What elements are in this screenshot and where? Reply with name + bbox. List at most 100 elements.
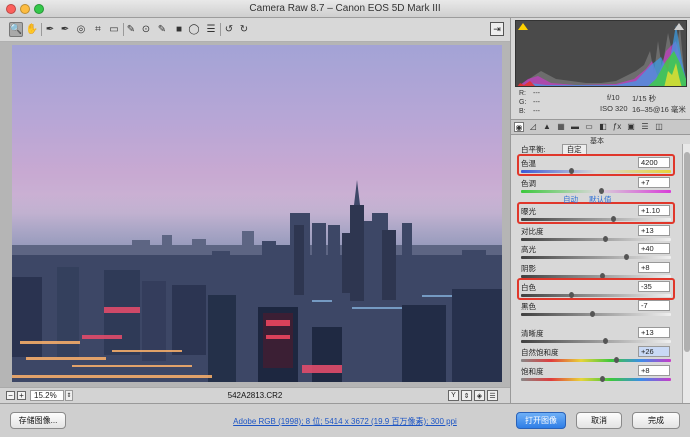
r-label: R: — [519, 90, 526, 97]
panel-scroll-thumb[interactable] — [684, 152, 690, 352]
clarity-label: 清晰度 — [521, 329, 544, 338]
highlights-label: 高光 — [521, 245, 536, 254]
shutter-speed: 1/15 秒 — [632, 94, 657, 103]
shadow-clipping-warning-icon[interactable] — [518, 23, 528, 30]
tab-basic[interactable]: ◉ — [514, 122, 524, 132]
tab-snapshots[interactable]: ◫ — [654, 122, 664, 132]
shadows-value-field[interactable]: +8 — [638, 262, 670, 273]
highlight-clipping-warning-icon[interactable] — [674, 23, 684, 30]
contrast-slider[interactable] — [521, 238, 671, 241]
highlights-value-field[interactable]: +40 — [638, 243, 670, 254]
straighten-tool-icon[interactable]: ▭ — [107, 22, 121, 37]
clarity-slider-thumb[interactable] — [603, 338, 608, 344]
image-status-bar: − + 15.2% ⇕ 542A2813.CR2 Y ⇕ ◈ ☰ — [0, 387, 510, 403]
default-link[interactable]: 默认值 — [589, 194, 612, 205]
city-skyline-image — [12, 180, 502, 382]
saturation-value-field[interactable]: +8 — [638, 365, 670, 376]
highlights-slider[interactable] — [521, 256, 671, 259]
open-in-photoshop-icon[interactable]: ⇥ — [490, 22, 504, 36]
red-eye-tool-icon[interactable]: ⊙ — [139, 22, 153, 37]
rotate-right-tool-icon[interactable]: ↻ — [237, 22, 251, 37]
before-after-icon[interactable]: Y — [448, 390, 459, 401]
bottom-bar: 存储图像... Adobe RGB (1998); 8 位; 5414 x 36… — [0, 403, 690, 437]
tint-value-field[interactable]: +7 — [638, 177, 670, 188]
histogram-graph — [517, 25, 686, 86]
tint-slider[interactable] — [521, 190, 671, 193]
toolbar-separator — [41, 23, 42, 36]
color-sampler-tool-icon[interactable]: ✒ — [58, 22, 72, 37]
g-value: --- — [533, 99, 540, 106]
temp-label: 色温 — [521, 159, 536, 168]
zoom-tool-icon[interactable]: 🔍 — [9, 22, 23, 37]
aperture: f/10 — [607, 93, 620, 102]
rgb-readout: R: --- G: --- B: --- f/10 1/15 秒 ISO 320… — [515, 88, 687, 118]
tab-camera-calibration[interactable]: ƒx — [612, 122, 622, 132]
preferences-tool-icon[interactable]: ☰ — [204, 22, 218, 37]
blacks-slider-thumb[interactable] — [589, 311, 595, 317]
contrast-value-field[interactable]: +13 — [638, 225, 670, 236]
vibrance-slider-thumb[interactable] — [613, 357, 619, 363]
auto-link[interactable]: 自动 — [563, 194, 578, 205]
g-label: G: — [519, 99, 527, 106]
clarity-slider[interactable] — [521, 340, 671, 343]
whites-label: 白色 — [521, 283, 536, 292]
temp-slider[interactable] — [521, 170, 671, 173]
tab-lens-corrections[interactable]: ▭ — [584, 122, 594, 132]
blacks-value-field[interactable]: -7 — [638, 300, 670, 311]
toggle-view-icon[interactable]: ☰ — [487, 390, 498, 401]
radial-filter-tool-icon[interactable]: ◯ — [187, 22, 201, 37]
swap-settings-icon[interactable]: ⇕ — [461, 390, 472, 401]
title-bar: Camera Raw 8.7 – Canon EOS 5D Mark III — [0, 0, 690, 18]
image-canvas[interactable] — [0, 42, 510, 387]
tab-effects[interactable]: ◧ — [598, 122, 608, 132]
vibrance-slider[interactable] — [521, 359, 671, 362]
vibrance-label: 自然饱和度 — [521, 348, 559, 357]
tab-hsl[interactable]: ▦ — [556, 122, 566, 132]
crop-tool-icon[interactable]: ⌗ — [91, 22, 105, 37]
basic-panel: 白平衡: 自定 色温 4200 色调 +7 曝光 +1.10 对比度 +13 高光 +40 阴影 +8… — [511, 144, 683, 403]
saturation-slider[interactable] — [521, 378, 671, 381]
contrast-slider-thumb[interactable] — [603, 236, 608, 242]
white-balance-tool-icon[interactable]: ✒ — [43, 22, 57, 37]
contrast-label: 对比度 — [521, 227, 544, 236]
temp-slider-thumb[interactable] — [568, 168, 574, 174]
window-title: Camera Raw 8.7 – Canon EOS 5D Mark III — [249, 3, 441, 14]
vibrance-value-field[interactable]: +26 — [638, 346, 670, 357]
saturation-label: 饱和度 — [521, 367, 544, 376]
clarity-value-field[interactable]: +13 — [638, 327, 670, 338]
rotate-left-tool-icon[interactable]: ↺ — [222, 22, 236, 37]
whites-slider-thumb[interactable] — [568, 292, 574, 298]
tab-detail[interactable]: ▲ — [542, 122, 552, 132]
highlights-slider-thumb[interactable] — [624, 254, 629, 260]
tint-label: 色调 — [521, 179, 536, 188]
tab-presets[interactable]: ☰ — [640, 122, 650, 132]
exposure-slider-thumb[interactable] — [610, 216, 616, 222]
done-button[interactable]: 完成 — [632, 412, 680, 429]
panel-scrollbar[interactable] — [682, 144, 690, 403]
exposure-slider[interactable] — [521, 218, 671, 221]
target-adjust-tool-icon[interactable]: ◎ — [74, 22, 88, 37]
graduated-filter-tool-icon[interactable]: ■ — [172, 22, 186, 37]
white-balance-label: 白平衡: — [521, 145, 546, 154]
hand-tool-icon[interactable]: ✋ — [25, 22, 39, 37]
copy-settings-icon[interactable]: ◈ — [474, 390, 485, 401]
cancel-button[interactable]: 取消 — [576, 412, 622, 429]
saturation-slider-thumb[interactable] — [600, 376, 605, 382]
whites-slider[interactable] — [521, 294, 671, 297]
tab-tone-curve[interactable]: ◿ — [528, 122, 538, 132]
exposure-value-field[interactable]: +1.10 — [638, 205, 670, 216]
tab-camera-calibration-icon[interactable]: ▣ — [626, 122, 636, 132]
file-name: 542A2813.CR2 — [227, 391, 283, 400]
spot-removal-tool-icon[interactable]: ✎ — [124, 22, 138, 37]
adjustment-brush-tool-icon[interactable]: ✎ — [155, 22, 169, 37]
blacks-label: 黑色 — [521, 302, 536, 311]
tab-split-toning[interactable]: ▬ — [570, 122, 580, 132]
iso: ISO 320 — [600, 104, 628, 113]
right-panel: R: --- G: --- B: --- f/10 1/15 秒 ISO 320… — [510, 18, 690, 403]
adjustment-panel-tabs: ◉ ◿ ▲ ▦ ▬ ▭ ◧ ƒx ▣ ☰ ◫ — [511, 119, 690, 135]
blacks-slider[interactable] — [521, 313, 671, 316]
toolbar-separator — [220, 23, 221, 36]
temp-value-field[interactable]: 4200 — [638, 157, 670, 168]
open-image-button[interactable]: 打开图像 — [516, 412, 566, 429]
whites-value-field[interactable]: -35 — [638, 281, 670, 292]
